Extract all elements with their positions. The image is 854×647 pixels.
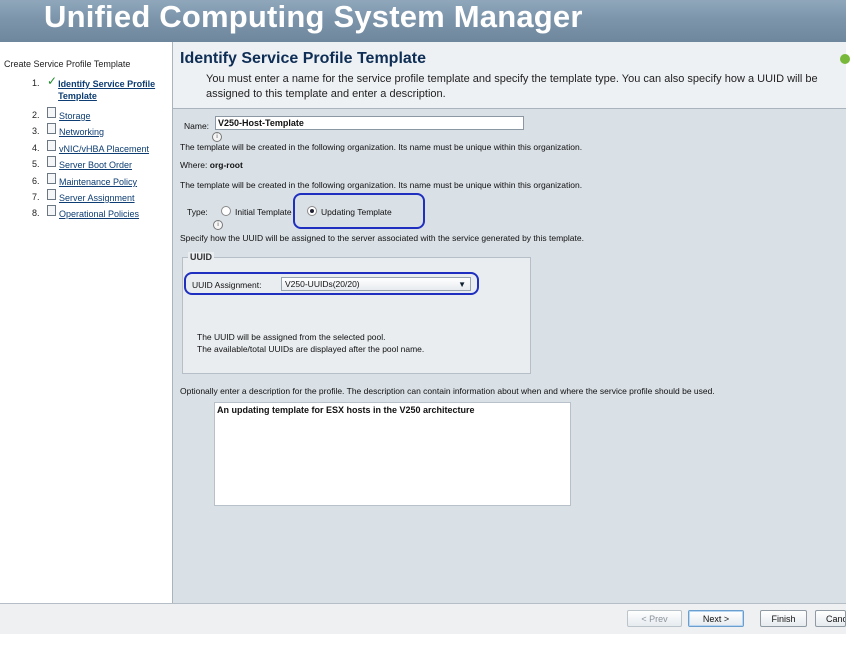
org-note: The template will be created in the foll… [180,142,583,152]
annotation-updating-template [293,193,425,229]
name-field[interactable]: V250-Host-Template [215,116,524,130]
description-note: Optionally enter a description for the p… [180,386,715,396]
document-icon [47,205,56,216]
form-content: Name: V250-Host-Template i The template … [173,109,846,603]
check-icon: ✓ [47,74,58,88]
wizard-step-boot-order[interactable]: 5. Server Boot Order [32,156,132,171]
info-icon: i [212,132,222,142]
where-value: org-root [209,160,243,170]
info-icon: i [213,220,223,230]
page-header: Identify Service Profile Template You mu… [173,42,850,109]
step-number: 2. [32,110,40,120]
step-number: 6. [32,176,40,186]
step-label[interactable]: vNIC/vHBA Placement [59,143,149,155]
type-label: Type: [187,207,208,217]
app-title: Unified Computing System Manager [44,0,583,34]
wizard-step-operational[interactable]: 8. Operational Policies [32,205,139,220]
wizard-step-maintenance[interactable]: 6. Maintenance Policy [32,173,137,188]
wizard-step-vnic-placement[interactable]: 4. vNIC/vHBA Placement [32,140,149,155]
step-label[interactable]: Server Boot Order [59,159,132,171]
where-label: Where: [180,160,208,170]
step-number: 7. [32,192,40,202]
app-header: Unified Computing System Manager [0,0,846,42]
cancel-button[interactable]: Cancel [815,610,846,627]
wizard-title: Create Service Profile Template [4,59,131,69]
wizard-sidebar: Create Service Profile Template 1. ✓ Ide… [0,42,173,603]
wizard-footer: < Prev Next > Finish Cancel [0,603,846,634]
uuid-group: UUID UUID Assignment: V250-UUIDs(20/20) … [182,252,531,374]
where-row: Where: org-root [180,160,243,170]
next-button[interactable]: Next > [688,610,744,627]
main-panel: Identify Service Profile Template You mu… [173,42,850,603]
step-number: 1. [32,78,40,88]
step-number: 5. [32,159,40,169]
step-number: 4. [32,143,40,153]
step-number: 3. [32,126,40,136]
step-label[interactable]: Identify Service Profile Template [58,78,178,102]
radio-initial[interactable] [221,206,231,216]
wizard-step-networking[interactable]: 3. Networking [32,123,104,138]
uuid-info-2: The available/total UUIDs are displayed … [197,344,425,354]
document-icon [47,107,56,118]
document-icon [47,156,56,167]
step-label[interactable]: Storage [59,110,91,122]
document-icon [47,189,56,200]
name-label: Name: [184,121,210,131]
document-icon [47,140,56,151]
uuid-note: Specify how the UUID will be assigned to… [180,233,584,243]
finish-button[interactable]: Finish [760,610,807,627]
wizard-step-server-assignment[interactable]: 7. Server Assignment [32,189,135,204]
description-field[interactable]: An updating template for ESX hosts in th… [214,402,571,506]
help-icon[interactable] [840,54,850,64]
radio-initial-label: Initial Template [235,207,292,217]
step-label[interactable]: Operational Policies [59,208,139,220]
wizard-step-storage[interactable]: 2. Storage [32,107,91,122]
uuid-info-1: The UUID will be assigned from the selec… [197,332,386,342]
step-label[interactable]: Networking [59,126,104,138]
document-icon [47,173,56,184]
org-note-2: The template will be created in the foll… [180,180,583,190]
uuid-group-title: UUID [188,252,214,262]
page-title: Identify Service Profile Template [180,50,427,67]
step-number: 8. [32,208,40,218]
step-label[interactable]: Maintenance Policy [59,176,137,188]
step-label[interactable]: Server Assignment [59,192,135,204]
type-option-initial[interactable]: Initial Template [221,206,292,217]
prev-button[interactable]: < Prev [627,610,682,627]
document-icon [47,123,56,134]
annotation-uuid-assignment [184,272,479,295]
page-subtitle: You must enter a name for the service pr… [206,73,818,100]
wizard-step-identify[interactable]: 1. ✓ Identify Service Profile Template [32,74,178,102]
